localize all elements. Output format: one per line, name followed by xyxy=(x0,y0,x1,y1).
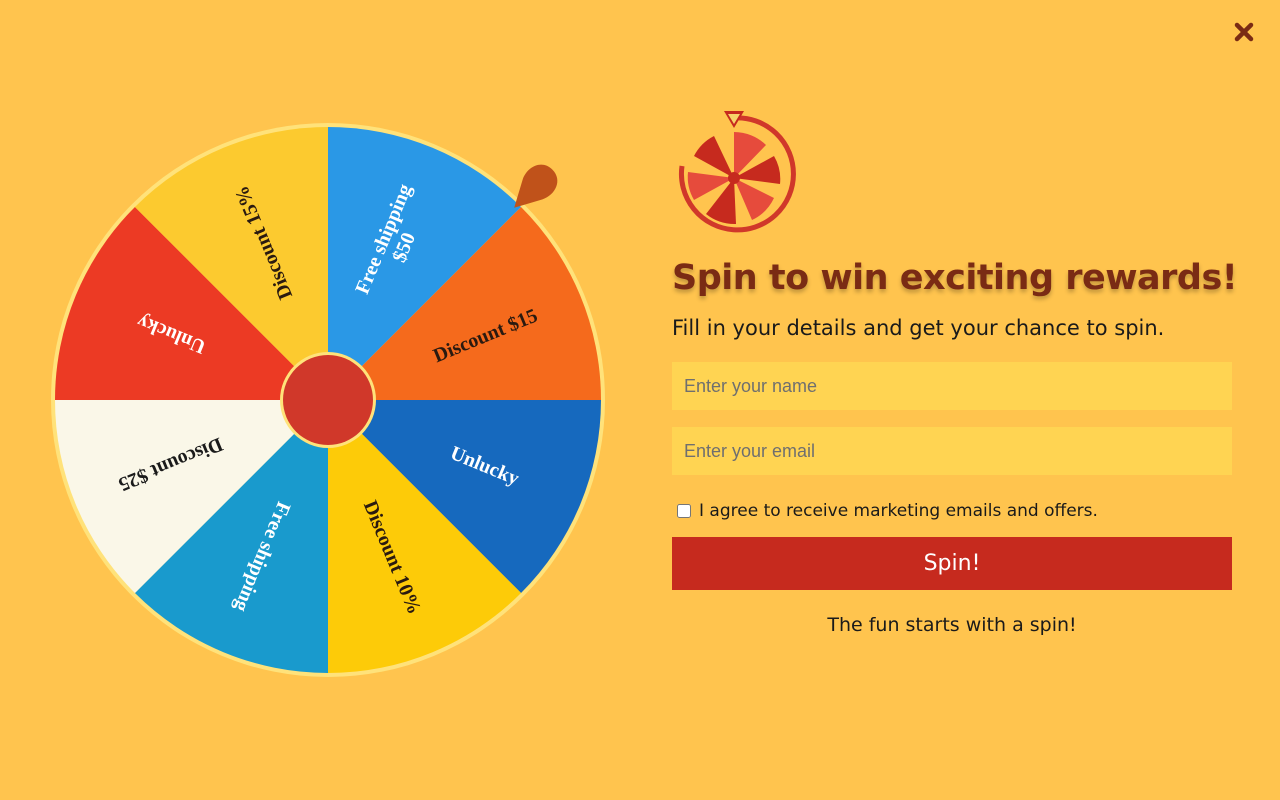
wheel-hub xyxy=(283,355,373,445)
close-button[interactable] xyxy=(1232,20,1256,44)
name-input[interactable] xyxy=(672,362,1232,410)
prize-wheel[interactable]: Free shipping$50 Discount $15 Unlucky Disco… xyxy=(50,122,606,678)
marketing-consent-row[interactable]: I agree to receive marketing emails and … xyxy=(672,501,1232,521)
marketing-consent-label: I agree to receive marketing emails and … xyxy=(699,501,1098,521)
prize-wheel-graphic: Free shipping$50Discount $15UnluckyDisco… xyxy=(51,123,605,677)
page-subtitle: Fill in your details and get your chance… xyxy=(672,316,1165,340)
footer-tagline: The fun starts with a spin! xyxy=(827,614,1077,636)
close-icon xyxy=(1234,22,1254,42)
prize-wheel-icon xyxy=(678,111,796,233)
spin-button[interactable]: Spin! xyxy=(672,537,1232,590)
marketing-consent-checkbox[interactable] xyxy=(677,504,691,518)
signup-panel: Spin to win exciting rewards! Fill in yo… xyxy=(672,108,1238,636)
email-input[interactable] xyxy=(672,427,1232,475)
page-title: Spin to win exciting rewards! xyxy=(672,258,1238,298)
